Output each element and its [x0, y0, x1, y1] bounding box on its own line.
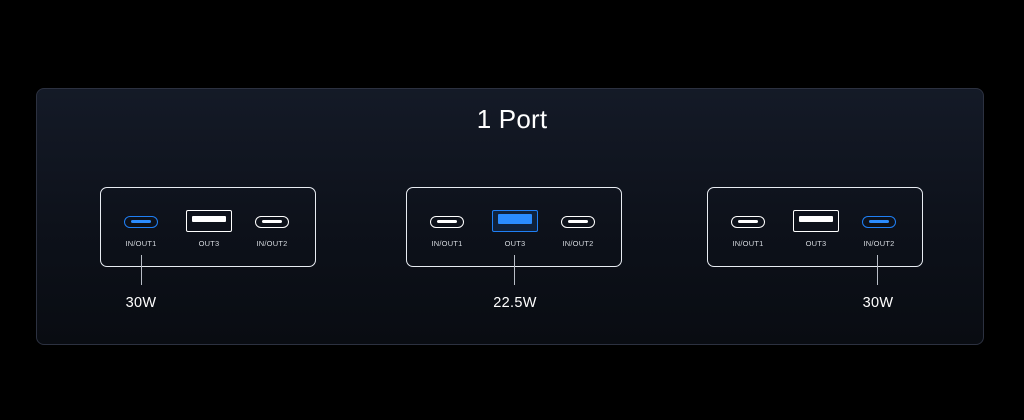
- usb-c-port-icon: [862, 216, 896, 228]
- usb-a-port-icon: [492, 210, 538, 232]
- port-label-out3: OUT3: [805, 239, 827, 248]
- usb-a-port-icon: [186, 210, 232, 232]
- port-label-in-out2: IN/OUT2: [256, 239, 288, 248]
- power-value-config-2: 22.5W: [493, 295, 537, 311]
- pointer-line: [514, 255, 515, 285]
- usb-c-port-icon: [124, 216, 158, 228]
- pointer-line: [141, 255, 142, 285]
- port-label-in-out1: IN/OUT1: [732, 239, 764, 248]
- usb-c-port-icon: [731, 216, 765, 228]
- power-bank-config-3: IN/OUT1 OUT3 IN/OUT2: [707, 187, 923, 267]
- usb-c-port-icon: [561, 216, 595, 228]
- pointer-line: [877, 255, 878, 285]
- port-label-out3: OUT3: [198, 239, 220, 248]
- port-label-in-out1: IN/OUT1: [431, 239, 463, 248]
- usb-c-port-icon: [430, 216, 464, 228]
- port-label-out3: OUT3: [504, 239, 526, 248]
- power-value-config-3: 30W: [862, 295, 894, 311]
- port-label-in-out1: IN/OUT1: [125, 239, 157, 248]
- usb-c-port-icon: [255, 216, 289, 228]
- panel-title: 1 Port: [476, 104, 548, 134]
- port-label-in-out2: IN/OUT2: [562, 239, 594, 248]
- power-value-config-1: 30W: [125, 295, 157, 311]
- power-bank-config-1: IN/OUT1 OUT3 IN/OUT2: [100, 187, 316, 267]
- port-label-in-out2: IN/OUT2: [863, 239, 895, 248]
- usb-a-port-icon: [793, 210, 839, 232]
